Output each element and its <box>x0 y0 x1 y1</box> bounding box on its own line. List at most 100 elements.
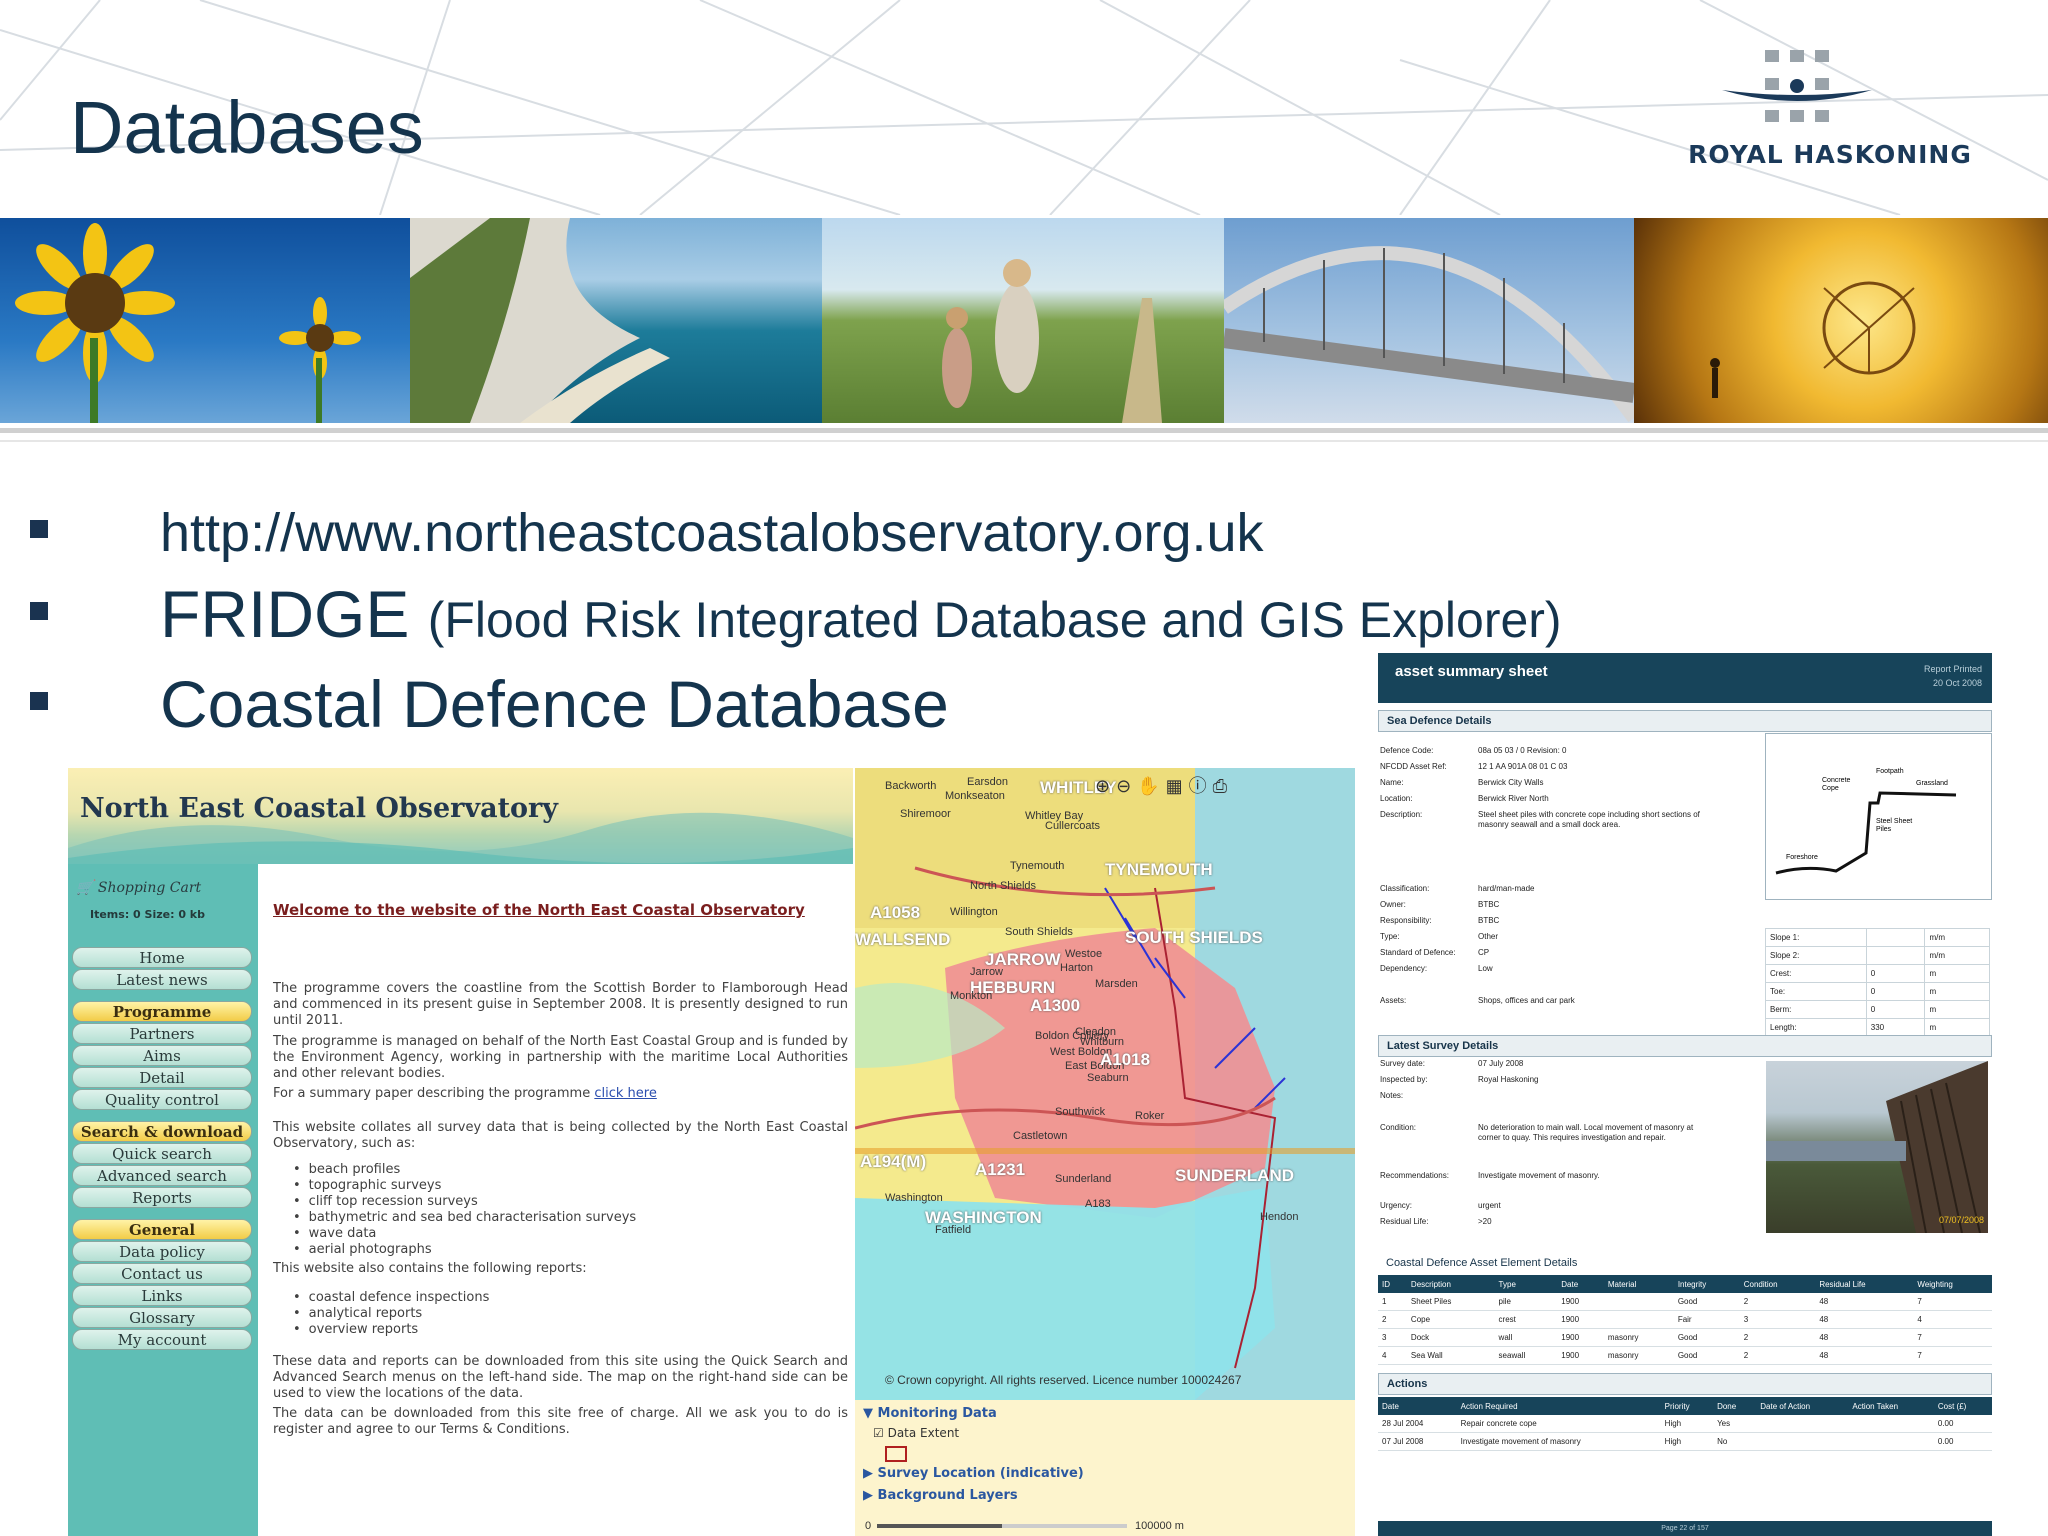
bullet-fridge: FRIDGE (Flood Risk Integrated Database a… <box>160 576 1562 652</box>
list-item: coastal defence inspections <box>293 1290 490 1306</box>
column-header: Integrity <box>1673 1275 1740 1293</box>
click-here-link[interactable]: click here <box>594 1086 656 1101</box>
cell <box>1865 928 1926 947</box>
table-cell: 3 <box>1743 1315 1749 1324</box>
nav-quick-search[interactable]: Quick search <box>72 1143 252 1164</box>
cell: m/m <box>1924 928 1990 947</box>
map-label: A183 <box>1085 1198 1111 1210</box>
survey-label: Survey Location (indicative) <box>877 1466 1084 1481</box>
field-value: Other <box>1478 932 1499 941</box>
field-value: Steel sheet piles with concrete cope inc… <box>1478 810 1700 829</box>
paragraph-coverage: The programme covers the coastline from … <box>273 981 848 1028</box>
map-label: Seaburn <box>1087 1072 1129 1084</box>
logo-text: ROYAL HASKONING <box>1688 140 1972 169</box>
column-header: Priority <box>1660 1397 1714 1415</box>
sheet-header: asset summary sheet Report Printed 20 Oct… <box>1378 653 1992 703</box>
map-label: Monkseaton <box>945 790 1005 802</box>
cart-icon: 🛒 <box>76 880 94 896</box>
table-cell: Good <box>1677 1351 1698 1360</box>
scale-left: 0 <box>865 1520 872 1532</box>
field-value: Royal Haskoning <box>1478 1075 1539 1084</box>
table-cell: Fair <box>1677 1315 1692 1324</box>
map-label: Monkton <box>950 990 993 1002</box>
table-cell: 2 <box>1382 1315 1387 1324</box>
table-cell: 0.00 <box>1937 1437 1954 1446</box>
map-label: Willington <box>950 906 998 918</box>
zoom-out-icon[interactable]: ⊖ <box>1116 776 1137 796</box>
nav-links[interactable]: Links <box>72 1285 252 1306</box>
map-label: Shiremoor <box>900 808 951 820</box>
nav-programme[interactable]: Programme <box>72 1001 252 1022</box>
data-extent-checkbox[interactable]: ☑ Data Extent <box>873 1426 959 1440</box>
layers-icon[interactable]: ▦ <box>1166 776 1189 796</box>
map-label: A1300 <box>1030 996 1081 1015</box>
table-row: 2 Cope crest 1900 Fair 3 48 4 <box>1378 1311 1992 1329</box>
table-cell: 07 Jul 2008 <box>1382 1437 1424 1446</box>
cell: Length: <box>1765 1018 1867 1037</box>
bridge-photo <box>1220 218 1640 423</box>
nav-detail[interactable]: Detail <box>72 1067 252 1088</box>
field-label: Inspected by: <box>1380 1075 1428 1084</box>
nav-aims[interactable]: Aims <box>72 1045 252 1066</box>
background-layers-toggle[interactable]: ▶ Background Layers <box>863 1488 1018 1503</box>
dimension-row: Length: 330 m <box>1765 1018 1990 1037</box>
list-item: wave data <box>293 1226 636 1242</box>
table-cell: Cope <box>1410 1315 1431 1324</box>
field-label: Condition: <box>1380 1123 1417 1132</box>
list-item: beach profiles <box>293 1162 636 1178</box>
sunflower-photo <box>0 218 410 423</box>
monitoring-data-toggle[interactable]: ▼ Monitoring Data <box>863 1406 997 1421</box>
column-header: Date <box>1557 1275 1604 1293</box>
divider <box>0 428 2048 433</box>
cell: Toe: <box>1765 982 1867 1001</box>
info-icon[interactable]: ⓘ <box>1189 776 1213 796</box>
table-cell: 1 <box>1382 1297 1387 1306</box>
neco-header: North East Coastal Observatory <box>68 768 853 864</box>
nav-my-account[interactable]: My account <box>72 1329 252 1350</box>
map-label: Tynemouth <box>1010 860 1065 872</box>
survey-location-toggle[interactable]: ▶ Survey Location (indicative) <box>863 1466 1084 1481</box>
map-label: Fatfield <box>935 1224 972 1236</box>
neco-sidebar: 🛒 Shopping Cart Items: 0 Size: 0 kb Home… <box>68 864 258 1536</box>
nav-advanced-search[interactable]: Advanced search <box>72 1165 252 1186</box>
map-label: Whitburn <box>1080 1036 1125 1048</box>
table-cell: High <box>1664 1419 1682 1428</box>
table-cell: 1900 <box>1561 1297 1580 1306</box>
nav-partners[interactable]: Partners <box>72 1023 252 1044</box>
map-label: A1231 <box>975 1160 1026 1179</box>
table-header: Date Action Required Priority Done Date of A… <box>1378 1397 1992 1415</box>
fridge-map[interactable]: Backworth Earsdon WHITLEY Monkseaton Shiremo… <box>855 768 1355 1400</box>
paragraph-free: The data can be downloaded from this sit… <box>273 1406 848 1437</box>
paragraph-summary: For a summary paper describing the progr… <box>273 1086 848 1102</box>
list-item: bathymetric and sea bed characterisation… <box>293 1210 637 1226</box>
nav-glossary[interactable]: Glossary <box>72 1307 252 1328</box>
field-label: Dependency: <box>1380 964 1428 973</box>
nav-latest-news[interactable]: Latest news <box>72 969 252 990</box>
neco-main-content: Welcome to the website of the North East… <box>263 864 853 1536</box>
nav-quality-control[interactable]: Quality control <box>72 1089 252 1110</box>
field-label: Responsibility: <box>1380 916 1432 925</box>
nav-home[interactable]: Home <box>72 947 252 968</box>
zoom-in-icon[interactable]: ⊕ <box>1095 776 1116 796</box>
field-label: Classification: <box>1380 884 1430 893</box>
nav-contact-us[interactable]: Contact us <box>72 1263 252 1284</box>
print-icon[interactable]: ⎙ <box>1213 776 1233 796</box>
field-label: Owner: <box>1380 900 1406 909</box>
pan-icon[interactable]: ✋ <box>1137 776 1165 796</box>
section-sea-defence: Sea Defence Details <box>1378 710 1992 732</box>
column-header: Cost (£) <box>1933 1397 1992 1415</box>
cart-status: Items: 0 Size: 0 kb <box>90 908 205 921</box>
cell: m <box>1924 1000 1990 1019</box>
nav-data-policy[interactable]: Data policy <box>72 1241 252 1262</box>
nav-search-download[interactable]: Search & download <box>72 1121 252 1142</box>
table-cell: 48 <box>1819 1297 1829 1306</box>
nav-reports[interactable]: Reports <box>72 1187 252 1208</box>
fridge-acronym: FRIDGE <box>160 577 410 651</box>
nav-general[interactable]: General <box>72 1219 252 1240</box>
cell: Berm: <box>1765 1000 1867 1019</box>
table-cell: 1900 <box>1561 1315 1580 1324</box>
shopping-cart[interactable]: 🛒 Shopping Cart <box>76 880 201 896</box>
report-printed: Report Printed 20 Oct 2008 <box>1898 662 1982 690</box>
column-header: Date of Action <box>1756 1397 1849 1415</box>
table-cell: Good <box>1677 1297 1698 1306</box>
